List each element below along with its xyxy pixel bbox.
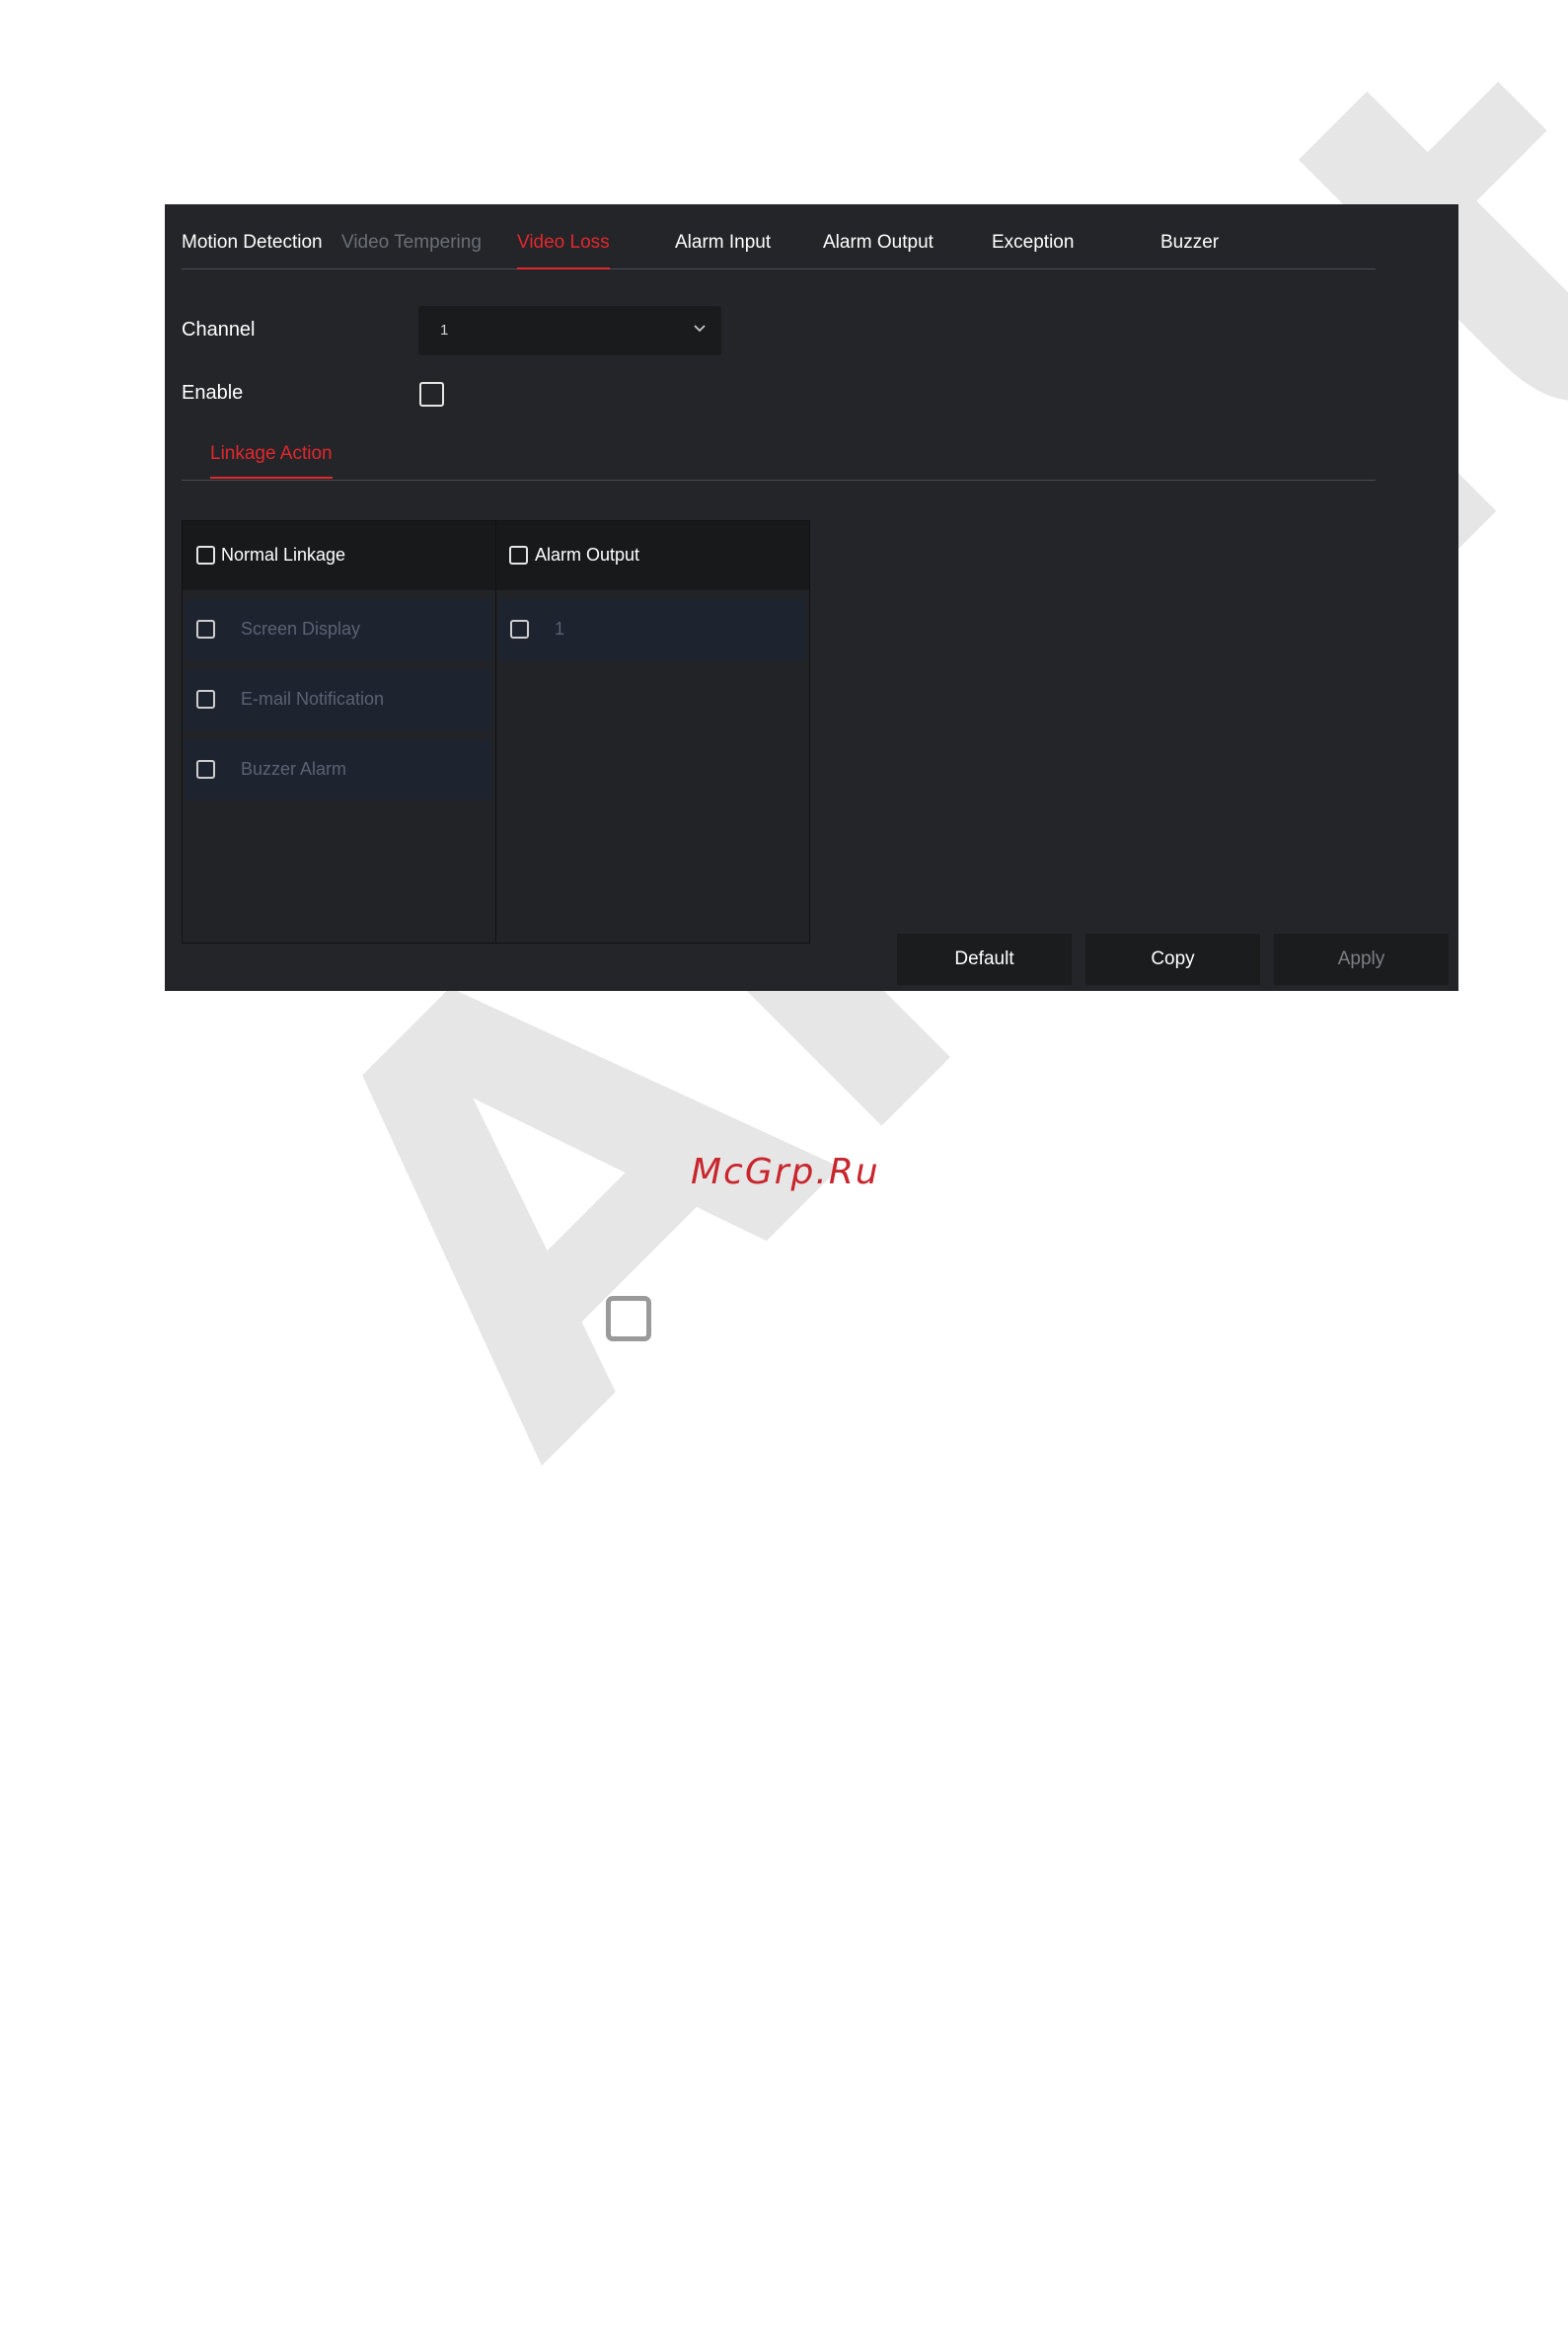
alarm-output-header: Alarm Output	[496, 521, 809, 590]
email-notification-checkbox[interactable]	[196, 690, 215, 709]
normal-linkage-list: Normal Linkage Screen Display E-mail Not…	[182, 520, 496, 944]
email-notification-label: E-mail Notification	[241, 689, 385, 709]
screen-display-label: Screen Display	[241, 619, 361, 639]
alarm-output-1-checkbox[interactable]	[510, 620, 529, 639]
apply-button[interactable]: Apply	[1274, 934, 1449, 985]
tab-exception[interactable]: Exception	[992, 232, 1074, 254]
list-item-buzzer-alarm[interactable]: Buzzer Alarm	[185, 739, 491, 800]
tab-video-loss[interactable]: Video Loss	[517, 232, 610, 269]
normal-linkage-checkbox[interactable]	[196, 546, 215, 565]
channel-label: Channel	[182, 319, 256, 341]
default-button[interactable]: Default	[897, 934, 1072, 985]
enable-label: Enable	[182, 382, 244, 404]
channel-value: 1	[440, 322, 449, 339]
alarm-output-checkbox[interactable]	[509, 546, 528, 565]
tab-alarm-output[interactable]: Alarm Output	[823, 232, 933, 254]
tab-alarm-input[interactable]: Alarm Input	[675, 232, 771, 254]
normal-linkage-header: Normal Linkage	[183, 521, 495, 590]
copy-button[interactable]: Copy	[1085, 934, 1260, 985]
channel-select[interactable]: 1	[418, 306, 721, 355]
tab-video-tempering[interactable]: Video Tempering	[341, 232, 482, 254]
alarm-output-1-label: 1	[555, 619, 565, 639]
tab-bar: Motion Detection Video Tempering Video L…	[182, 204, 1376, 269]
site-watermark-label: McGrp.Ru	[691, 1152, 880, 1192]
screen-display-checkbox[interactable]	[196, 620, 215, 639]
enable-checkbox[interactable]	[419, 382, 444, 407]
checkbox-icon	[606, 1296, 651, 1341]
alarm-settings-panel: Motion Detection Video Tempering Video L…	[165, 204, 1458, 991]
tab-buzzer[interactable]: Buzzer	[1160, 232, 1219, 254]
alarm-output-label: Alarm Output	[535, 545, 640, 565]
buzzer-alarm-checkbox[interactable]	[196, 760, 215, 779]
tab-motion-detection[interactable]: Motion Detection	[182, 232, 323, 254]
alarm-output-list: Alarm Output 1	[495, 520, 810, 944]
list-item-alarm-output-1[interactable]: 1	[498, 599, 805, 660]
buzzer-alarm-label: Buzzer Alarm	[241, 759, 347, 779]
list-item-email-notification[interactable]: E-mail Notification	[185, 669, 491, 730]
subtab-divider	[182, 480, 1376, 481]
chevron-down-icon	[694, 325, 706, 333]
tab-linkage-action[interactable]: Linkage Action	[210, 443, 333, 479]
list-item-screen-display[interactable]: Screen Display	[185, 599, 491, 660]
normal-linkage-label: Normal Linkage	[221, 545, 346, 565]
